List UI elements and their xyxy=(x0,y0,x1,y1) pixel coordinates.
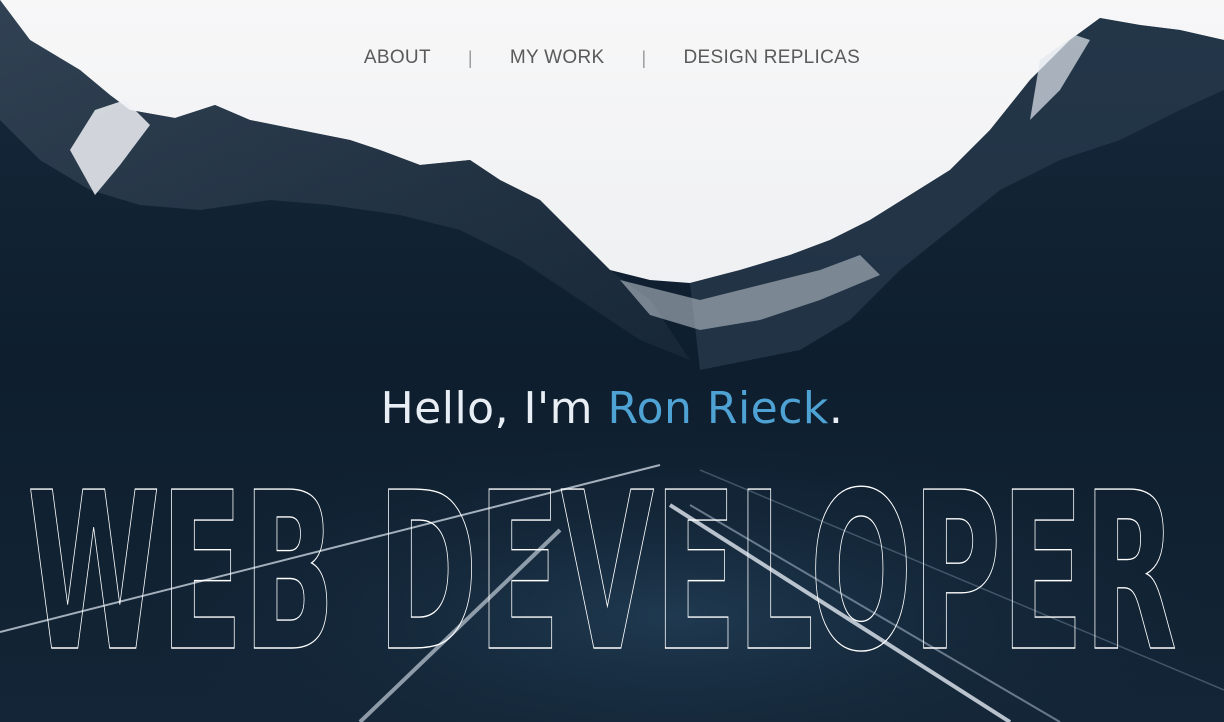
hero-title: WEB DEVELOPER xyxy=(27,480,1177,670)
nav-link-design-replicas[interactable]: DESIGN REPLICAS xyxy=(683,47,860,69)
main-nav: ABOUT | MY WORK | DESIGN REPLICAS xyxy=(0,47,1224,69)
greeting-suffix: . xyxy=(828,383,844,434)
nav-separator: | xyxy=(467,47,473,68)
nav-link-my-work[interactable]: MY WORK xyxy=(510,47,605,69)
nav-link-about[interactable]: ABOUT xyxy=(364,47,431,69)
hero-title-svg: WEB DEVELOPER xyxy=(26,480,1177,670)
hero-section: ABOUT | MY WORK | DESIGN REPLICAS Hello,… xyxy=(0,0,1224,722)
nav-separator: | xyxy=(641,47,647,68)
hero-greeting: Hello, I'm Ron Rieck. xyxy=(0,383,1224,434)
greeting-prefix: Hello, I'm xyxy=(380,383,608,434)
developer-name: Ron Rieck xyxy=(607,383,829,434)
